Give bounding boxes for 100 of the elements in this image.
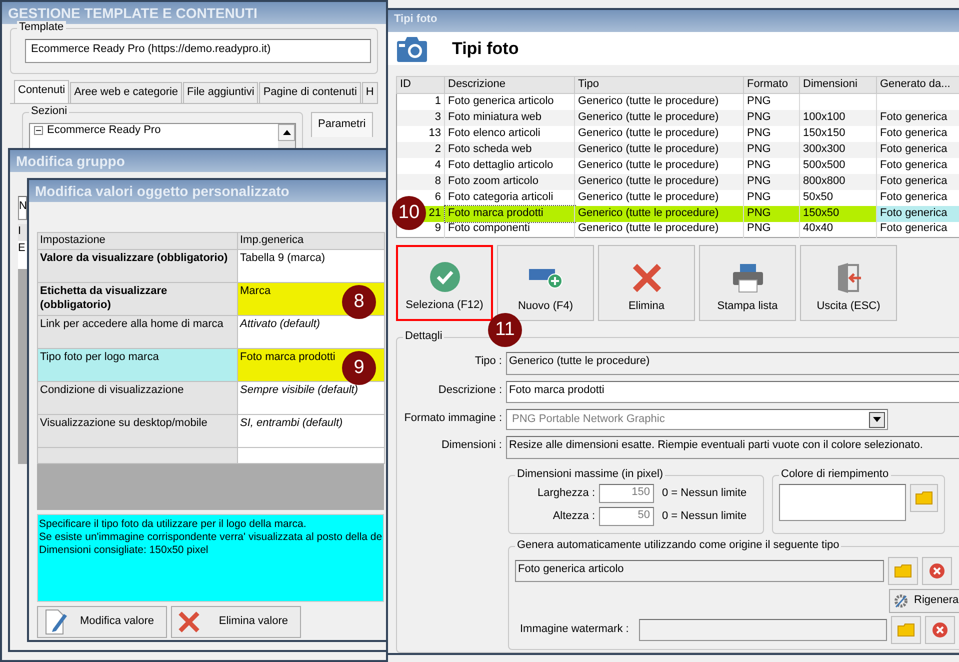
table-cell[interactable]: Sempre visibile (default)	[238, 382, 384, 414]
new-button[interactable]: Nuovo (F4)	[497, 245, 594, 321]
collapse-icon[interactable]	[34, 126, 43, 136]
table-cell: PNG	[747, 206, 771, 219]
exit-door-icon	[836, 262, 862, 294]
table-cell[interactable]: Attivato (default)	[238, 316, 384, 348]
table-cell[interactable]: Tipo foto per logo marca	[38, 348, 238, 382]
group-label: Genera automaticamente utilizzando come origine il seguente tipo	[515, 539, 842, 553]
table-cell: Generico (tutte le procedure)	[578, 126, 719, 139]
tree-item[interactable]: Ecommerce Ready Pro	[47, 124, 161, 138]
edit-button[interactable]: Modifica valore	[37, 606, 167, 638]
watermark-field[interactable]	[639, 619, 887, 641]
delete-button[interactable]: Elimina valore	[171, 606, 301, 638]
table-row[interactable]: 2 Foto scheda web Generico (tutte le procedure) PNG 300x300 Foto generica	[396, 142, 959, 158]
regenerate-button[interactable]: Rigenera	[889, 589, 959, 613]
hint-text: 0 = Nessun limite	[662, 486, 747, 500]
help-text: Specificare il tipo foto da utilizzare per il logo della marca.	[39, 518, 308, 532]
printer-icon	[732, 263, 764, 294]
remove-button[interactable]	[922, 557, 952, 585]
select-button[interactable]: Seleziona (F12)	[396, 245, 493, 321]
table-cell: Foto generica	[880, 142, 948, 155]
readonly-field[interactable]: Generico (tutte le procedure)	[506, 352, 959, 375]
column-header[interactable]: Dimensioni	[800, 76, 876, 94]
table-cell[interactable]: Valore da visualizzare (obbligatorio)	[38, 250, 238, 282]
table-cell: Foto generica	[880, 174, 948, 187]
table-cell[interactable]: Visualizzazione su desktop/mobile	[38, 414, 238, 448]
table-cell[interactable]: Link per accedere alla home di marca	[38, 316, 238, 348]
scroll-up-button[interactable]	[278, 124, 295, 141]
table-cell: 40x40	[803, 222, 833, 234]
color-field[interactable]	[779, 484, 906, 521]
table-cell: E	[18, 241, 27, 269]
column-header[interactable]: Tipo	[574, 76, 744, 94]
table-cell: 4	[434, 158, 441, 171]
table-cell: 500x500	[803, 158, 846, 171]
table-cell: 150x150	[803, 126, 846, 139]
table-cell: 3	[434, 110, 441, 123]
tab[interactable]: Contenuti	[14, 80, 70, 103]
table-cell[interactable]: SI, entrambi (default)	[238, 414, 384, 448]
table-cell: Generico (tutte le procedure)	[578, 174, 719, 187]
table-row[interactable]: 8 Foto zoom articolo Generico (tutte le procedure) PNG 800x800 Foto generica	[396, 174, 959, 190]
column-header[interactable]: Formato	[744, 76, 800, 94]
exit-button[interactable]: Uscita (ESC)	[800, 245, 897, 321]
delete-button[interactable]: Elimina	[598, 245, 695, 321]
table-cell: 50x50	[803, 190, 833, 203]
remove-icon	[932, 622, 948, 638]
field-label: Larghezza :	[536, 486, 595, 500]
column-header[interactable]: ID	[396, 76, 444, 94]
table-cell[interactable]: Tabella 9 (marca)	[238, 250, 384, 282]
delete-icon	[632, 263, 662, 294]
template-field[interactable]: Ecommerce Ready Pro (https://demo.readypro.it)	[25, 39, 371, 63]
table-cell: Generico (tutte le procedure)	[578, 190, 719, 203]
tab[interactable]: Aree web e categorie	[70, 82, 182, 103]
callout-badge: 9	[342, 351, 376, 385]
table-cell: PNG	[747, 222, 771, 234]
field-label: Tipo :	[474, 354, 502, 369]
group-label: Colore di riempimento	[779, 468, 891, 482]
tab[interactable]: H	[362, 82, 378, 103]
caret-icon	[873, 417, 881, 422]
column-header: I	[18, 224, 27, 241]
table-cell[interactable]: Condizione di visualizzazione	[38, 382, 238, 414]
column-header[interactable]: Descrizione	[444, 76, 574, 94]
tab[interactable]: File aggiuntivi	[183, 82, 258, 103]
folder-icon	[894, 564, 912, 578]
table-cell: 300x300	[803, 142, 846, 155]
delete-icon	[178, 611, 200, 633]
up-arrow-icon	[282, 130, 290, 135]
table-cell: PNG	[747, 94, 771, 107]
source-field[interactable]: Foto generica articolo	[515, 560, 884, 582]
gear-icon	[893, 593, 909, 609]
group-label: Dettagli	[403, 330, 444, 344]
table-cell: Foto generica	[880, 110, 948, 123]
column-header[interactable]: Generato da...	[876, 76, 959, 94]
readonly-field[interactable]: Resize alle dimensioni esatte. Riempie eventuali parti vuote con il colore selezionato.	[506, 436, 959, 459]
table-cell: PNG	[747, 190, 771, 203]
table-cell: Generico (tutte le procedure)	[578, 142, 719, 155]
tab[interactable]: Pagine di contenuti	[259, 82, 361, 103]
table-cell: Foto generica	[880, 158, 948, 171]
table-cell: 8	[434, 174, 441, 187]
table-cell: 800x800	[803, 174, 846, 187]
table-cell: Foto miniatura web	[448, 110, 542, 123]
remove-icon	[929, 563, 945, 579]
check-icon	[430, 262, 460, 292]
callout-badge: 11	[488, 313, 522, 347]
table-cell: Generico (tutte le procedure)	[578, 158, 719, 171]
text-field[interactable]: N	[18, 196, 27, 220]
print-button[interactable]: Stampa lista	[699, 245, 796, 321]
table-cell: 13	[428, 126, 441, 139]
add-icon	[528, 267, 562, 290]
remove-button[interactable]	[925, 616, 955, 644]
text-field[interactable]: Foto marca prodotti	[506, 381, 959, 403]
folder-icon	[914, 491, 933, 505]
tab[interactable]: Parametri	[311, 112, 373, 137]
field-label: Immagine watermark :	[519, 623, 630, 637]
window-title: Modifica valori oggetto personalizzato	[35, 183, 290, 200]
table-row[interactable]: 3 Foto miniatura web Generico (tutte le procedure) PNG 100x100 Foto generica	[396, 110, 959, 126]
table-cell: Foto categoria articoli	[448, 190, 554, 203]
help-text: Dimensioni consigliate: 150x50 pixel	[39, 544, 210, 558]
table-cell[interactable]: Etichetta da visualizzare (obbligatorio)	[38, 282, 238, 316]
table-cell: Generico (tutte le procedure)	[578, 110, 719, 123]
callout-badge: 8	[342, 285, 376, 319]
